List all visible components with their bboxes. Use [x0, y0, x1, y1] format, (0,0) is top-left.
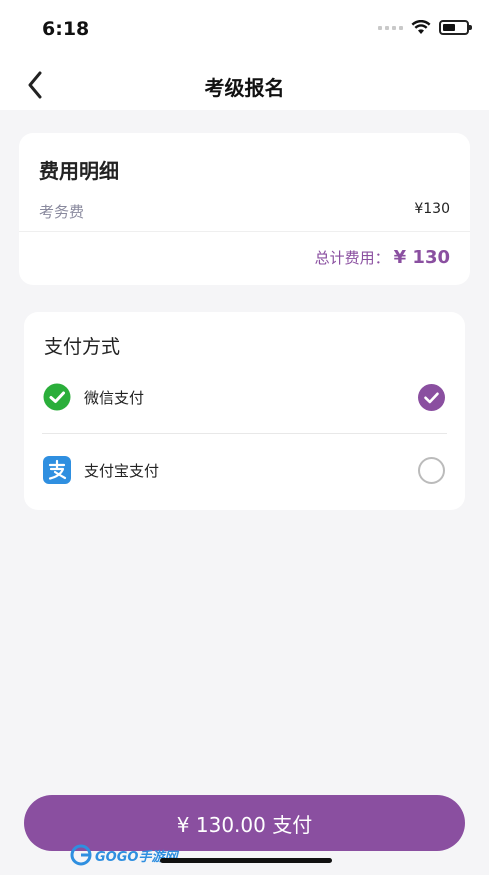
page-title: 考级报名 — [204, 76, 285, 100]
payment-option-wechat[interactable]: 微信支付 — [24, 367, 465, 427]
nav-bar: 考级报名 — [0, 60, 489, 110]
status-icons — [378, 20, 472, 35]
fee-total: 总计费用： ¥ 130 — [315, 247, 450, 268]
divider — [42, 433, 447, 434]
alipay-icon — [43, 456, 71, 484]
home-indicator[interactable] — [160, 858, 332, 863]
fee-item-name: 考务费 — [39, 203, 85, 221]
wechat-pay-icon — [43, 383, 71, 411]
gogo-logo-icon — [70, 844, 92, 866]
wifi-icon — [411, 20, 431, 34]
payment-option-label: 支付宝支付 — [84, 462, 160, 480]
payment-option-label: 微信支付 — [84, 389, 145, 407]
battery-icon — [439, 20, 472, 35]
payment-method-card: 支付方式 微信支付 支付宝支付 — [24, 312, 465, 510]
payment-option-alipay[interactable]: 支付宝支付 — [24, 440, 465, 500]
signal-icon — [378, 25, 403, 30]
watermark: GOGO手游网 — [70, 842, 177, 868]
status-time: 6:18 — [42, 18, 90, 40]
radio-unchecked-icon[interactable] — [418, 457, 445, 484]
fee-detail-title: 费用明细 — [39, 159, 119, 183]
payment-method-title: 支付方式 — [44, 336, 121, 358]
radio-checked-icon[interactable] — [418, 384, 445, 411]
fee-detail-card: 费用明细 考务费 ¥130 总计费用： ¥ 130 — [19, 133, 470, 285]
fee-item-amount: ¥130 — [414, 201, 450, 217]
status-bar: 6:18 — [0, 0, 489, 60]
fee-total-amount: ¥ 130 — [393, 247, 450, 268]
fee-total-label: 总计费用： — [314, 249, 390, 267]
divider — [19, 231, 470, 232]
